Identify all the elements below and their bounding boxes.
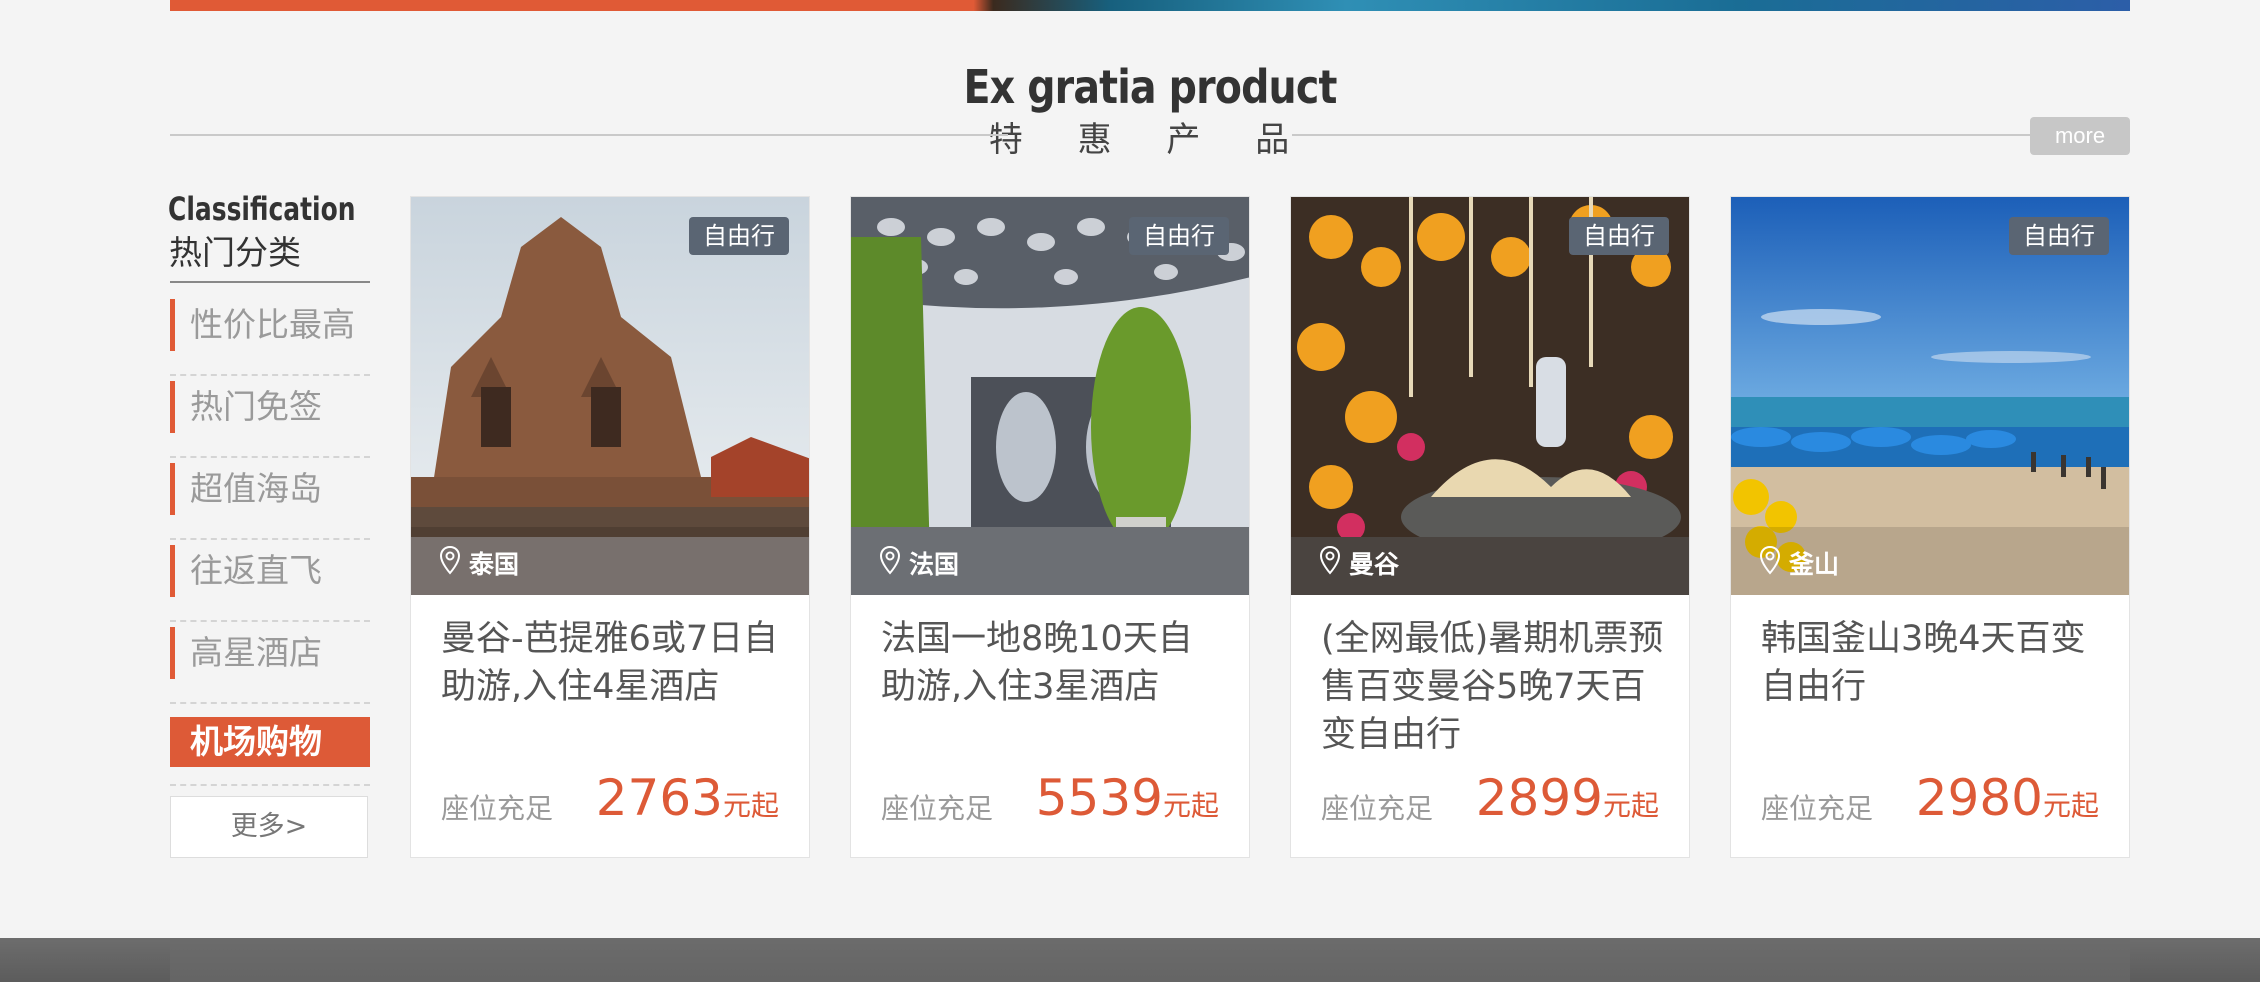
- product-photo-flowers[interactable]: [1291, 197, 1689, 595]
- product-title[interactable]: (全网最低)暑期机票预售百变曼谷5晚7天百变自由行: [1321, 615, 1666, 759]
- more-categories-button[interactable]: 更多>: [170, 796, 368, 858]
- category-marker: [170, 627, 175, 679]
- seat-status: 座位充足: [1761, 792, 1874, 825]
- trip-type-tag: 自由行: [689, 217, 789, 255]
- top-banner-image: [170, 0, 2130, 11]
- price-value: 5539: [1035, 769, 1163, 827]
- product-title[interactable]: 法国一地8晚10天自助游,入住3星酒店: [881, 615, 1226, 711]
- location-label: 法国: [879, 545, 959, 581]
- category-item-star-hotel[interactable]: 高星酒店: [170, 624, 370, 704]
- location-name: 釜山: [1789, 550, 1840, 579]
- product-photo-temple[interactable]: [411, 197, 809, 595]
- seat-status: 座位充足: [881, 792, 994, 825]
- sidebar-heading-cn: 热门分类: [169, 233, 301, 272]
- product-card[interactable]: 自由行 曼谷 (全网最低)暑期机票预售百变曼谷5晚7天百变自由行 座位充足 28…: [1290, 196, 1690, 858]
- section-title-en: Ex gratia product: [963, 60, 1337, 114]
- trip-type-tag: 自由行: [2009, 217, 2109, 255]
- price-unit: 元起: [1602, 789, 1659, 822]
- category-list: 性价比最高 热门免签 超值海岛 往返直飞 高星酒店 机场购物: [170, 296, 370, 788]
- price: 2899元起: [1476, 769, 1659, 827]
- title-divider-left: [170, 134, 1008, 136]
- location-label: 釜山: [1759, 545, 1839, 581]
- price: 2980元起: [1916, 769, 2099, 827]
- product-card[interactable]: 自由行 釜山 韩国釜山3晚4天百变自由行 座位充足 2980元起: [1730, 196, 2130, 858]
- title-divider-right: [1292, 134, 2030, 136]
- category-label: 热门免签: [190, 387, 322, 426]
- footer-banner-inner: [170, 938, 2130, 982]
- category-marker: [170, 463, 175, 515]
- category-label: 机场购物: [190, 722, 322, 761]
- category-label: 性价比最高: [190, 305, 355, 344]
- price-value: 2899: [1475, 769, 1603, 827]
- trip-type-tag: 自由行: [1129, 217, 1229, 255]
- seat-status: 座位充足: [441, 792, 554, 825]
- price-unit: 元起: [2042, 789, 2099, 822]
- section-title-cn: 特 惠 产 品: [988, 120, 1312, 160]
- seat-status: 座位充足: [1321, 792, 1434, 825]
- sidebar-heading-en: Classification: [168, 190, 356, 228]
- product-title[interactable]: 韩国釜山3晚4天百变自由行: [1761, 615, 2106, 711]
- location-label: 曼谷: [1319, 545, 1399, 581]
- category-marker: [170, 299, 175, 351]
- location-name: 曼谷: [1349, 550, 1400, 579]
- sidebar-divider: [170, 281, 370, 283]
- footer-banner: [0, 938, 2260, 982]
- price-unit: 元起: [1162, 789, 1219, 822]
- category-label: 高星酒店: [190, 633, 322, 672]
- category-label: 超值海岛: [190, 469, 322, 508]
- category-marker: [170, 381, 175, 433]
- location-label: 泰国: [439, 545, 519, 581]
- location-name: 法国: [909, 550, 960, 579]
- trip-type-tag: 自由行: [1569, 217, 1669, 255]
- category-item-airport-shopping[interactable]: 机场购物: [170, 706, 370, 786]
- category-item-visa-free[interactable]: 热门免签: [170, 378, 370, 458]
- product-photo-pavilion[interactable]: [851, 197, 1249, 595]
- location-name: 泰国: [469, 550, 520, 579]
- category-item-island[interactable]: 超值海岛: [170, 460, 370, 540]
- price-unit: 元起: [722, 789, 779, 822]
- product-card[interactable]: 自由行 法国 法国一地8晚10天自助游,入住3星酒店 座位充足 5539元起: [850, 196, 1250, 858]
- more-button[interactable]: more: [2030, 117, 2130, 155]
- price-value: 2980: [1915, 769, 2043, 827]
- category-item-value[interactable]: 性价比最高: [170, 296, 370, 376]
- price: 2763元起: [596, 769, 779, 827]
- price: 5539元起: [1036, 769, 1219, 827]
- category-marker: [170, 545, 175, 597]
- product-title[interactable]: 曼谷-芭提雅6或7日自助游,入住4星酒店: [441, 615, 786, 711]
- map-pin-icon: [879, 545, 901, 581]
- category-label: 往返直飞: [190, 551, 322, 590]
- category-item-direct-flight[interactable]: 往返直飞: [170, 542, 370, 622]
- product-card[interactable]: 自由行 泰国 曼谷-芭提雅6或7日自助游,入住4星酒店 座位充足 2763元起: [410, 196, 810, 858]
- price-value: 2763: [595, 769, 723, 827]
- map-pin-icon: [1759, 545, 1781, 581]
- map-pin-icon: [1319, 545, 1341, 581]
- map-pin-icon: [439, 545, 461, 581]
- product-photo-beach[interactable]: [1731, 197, 2129, 595]
